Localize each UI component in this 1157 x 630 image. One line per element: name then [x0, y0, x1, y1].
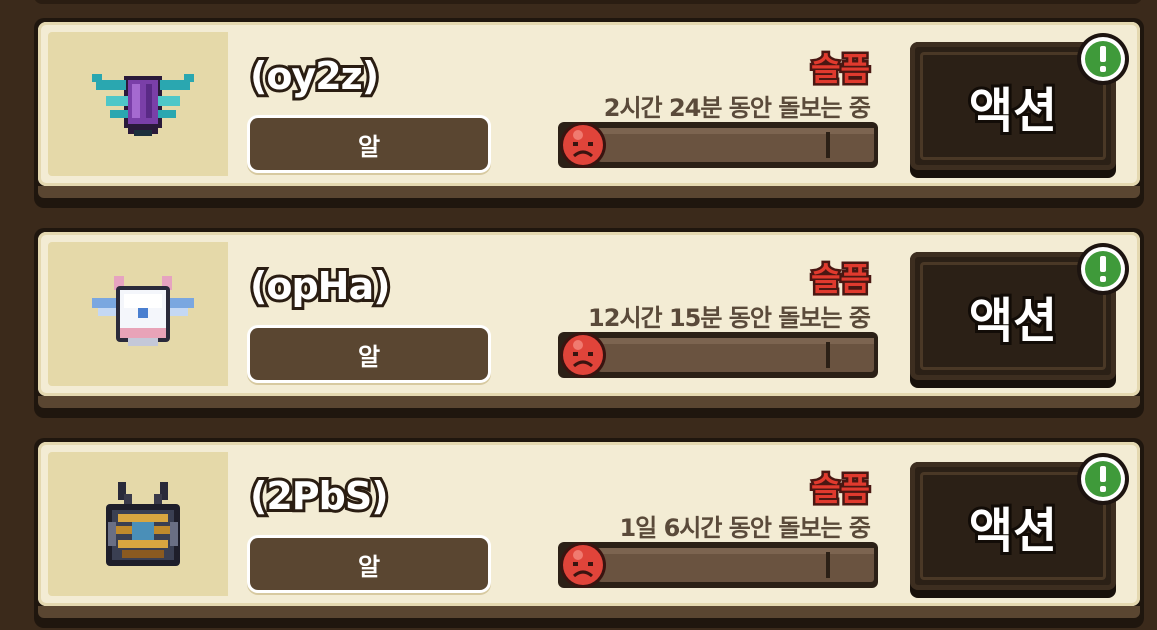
mood-bar — [558, 542, 878, 588]
pet-card-shadow — [38, 396, 1140, 408]
mood-bar-track — [598, 128, 874, 162]
exclamation-alert-icon — [1077, 243, 1129, 295]
mood-bar-track — [598, 548, 874, 582]
sad-face-icon — [560, 542, 606, 588]
pet-portrait-panel — [48, 452, 228, 596]
pet-card-shadow — [38, 606, 1140, 618]
previous-card-edge — [34, 0, 1142, 4]
purple-beetle-sprite — [92, 74, 194, 136]
pet-type-badge: 알 — [250, 118, 488, 170]
mood-status: 슬픔 — [809, 48, 873, 91]
pet-card: (oy2z) 알 슬픔 2시간 24분 동안 돌보는 중 액션 — [34, 18, 1144, 208]
mood-bar — [558, 332, 878, 378]
sad-face-icon — [560, 122, 606, 168]
pet-type-badge: 알 — [250, 328, 488, 380]
mood-status: 슬픔 — [809, 468, 873, 511]
pet-card-shadow — [38, 186, 1140, 198]
mood-status: 슬픔 — [809, 258, 873, 301]
white-winged-cat-sprite — [92, 276, 194, 346]
sad-face-icon — [560, 332, 606, 378]
pet-name: (2PbS) — [247, 471, 392, 521]
pet-portrait-panel — [48, 242, 228, 386]
pet-name: (oy2z) — [247, 51, 382, 101]
pet-name: (opHa) — [247, 261, 393, 311]
care-duration: 12시간 15분 동안 돌보는 중 — [588, 304, 871, 332]
care-duration: 1일 6시간 동안 돌보는 중 — [619, 514, 871, 542]
pet-portrait-panel — [48, 32, 228, 176]
pet-type-badge: 알 — [250, 538, 488, 590]
mood-bar — [558, 122, 878, 168]
exclamation-alert-icon — [1077, 453, 1129, 505]
pet-list: (oy2z) 알 슬픔 2시간 24분 동안 돌보는 중 액션 (opHa) 알… — [0, 0, 1157, 630]
pet-card: (2PbS) 알 슬픔 1일 6시간 동안 돌보는 중 액션 — [34, 438, 1144, 628]
care-duration: 2시간 24분 동안 돌보는 중 — [603, 94, 871, 122]
mood-bar-track — [598, 338, 874, 372]
pet-card: (opHa) 알 슬픔 12시간 15분 동안 돌보는 중 액션 — [34, 228, 1144, 418]
horned-gold-armor-sprite — [106, 482, 180, 566]
exclamation-alert-icon — [1077, 33, 1129, 85]
